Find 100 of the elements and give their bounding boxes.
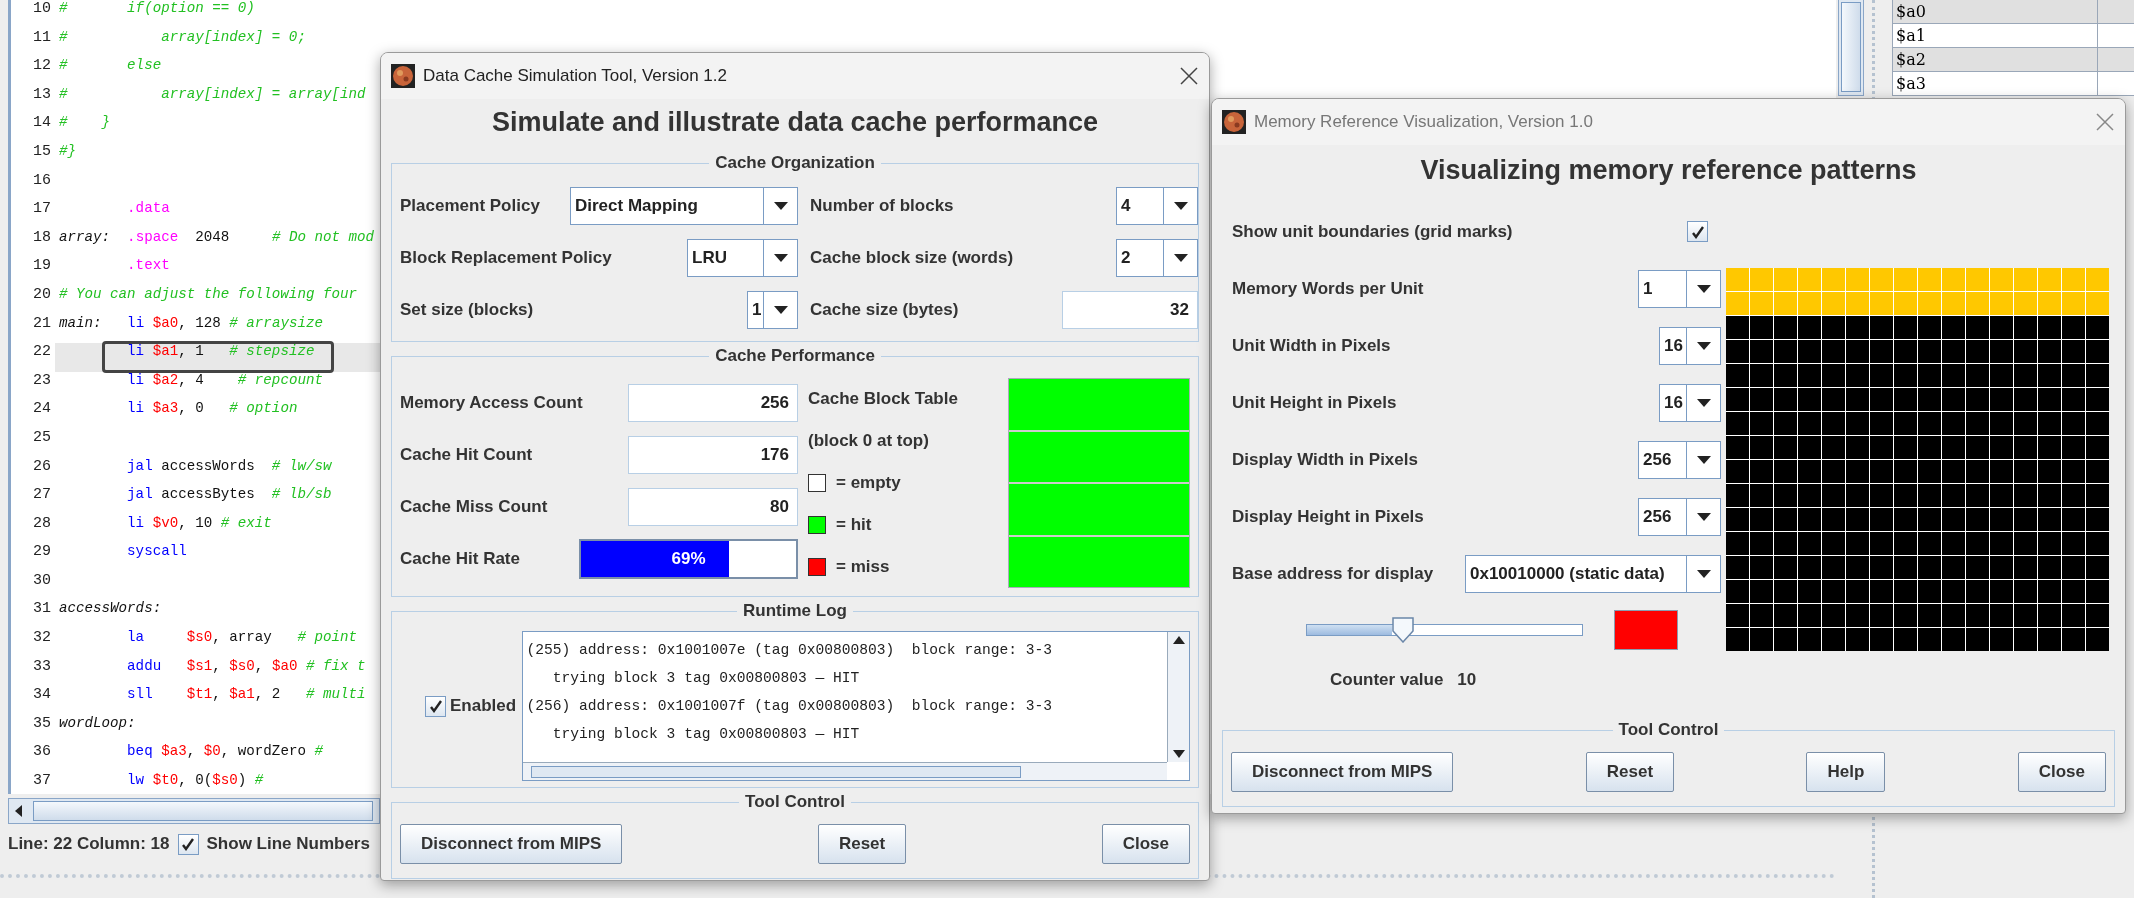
- setting-label: Show unit boundaries (grid marks): [1232, 221, 1513, 242]
- code-line: wordLoop:: [58, 714, 137, 733]
- dropdown[interactable]: LRU: [687, 239, 798, 277]
- line-number: 28: [32, 514, 52, 534]
- number-field: 32: [1062, 291, 1198, 329]
- checkbox-label: Show Line Numbers: [206, 834, 370, 854]
- code-line: main: li $a0, 128 # arraysize: [58, 314, 324, 333]
- line-number: 12: [32, 57, 52, 77]
- code-line: .data: [126, 200, 171, 219]
- button[interactable]: Close: [2017, 752, 2106, 792]
- line-number: 19: [32, 257, 52, 277]
- section-title: Cache Performance: [714, 346, 876, 366]
- line-number: 20: [32, 285, 52, 305]
- table-title: Cache Block Table: [808, 389, 958, 409]
- button[interactable]: Help: [1806, 752, 1886, 792]
- log-line: trying block 3 tag 0x00800803 — HIT: [551, 669, 861, 688]
- dropdown[interactable]: 0x10010000 (static data): [1465, 554, 1721, 593]
- code-line: syscall: [126, 543, 188, 562]
- counter-field: 80: [628, 488, 798, 526]
- counter-label: Cache Hit Count: [400, 445, 533, 465]
- setting-label: Unit Height in Pixels: [1232, 392, 1397, 413]
- log-line: (256) address: 0x1001007f (tag 0x00800803) block range: 3-3: [526, 697, 1053, 716]
- line-number: 22: [32, 343, 52, 363]
- counter-label: Memory Access Count: [400, 393, 583, 413]
- setting-label: Number of blocks: [810, 196, 954, 216]
- code-line: li $a3, 0 # option: [126, 400, 299, 419]
- dropdown[interactable]: 16: [1659, 326, 1721, 365]
- line-number: 26: [32, 457, 52, 477]
- checkbox[interactable]: [425, 695, 446, 717]
- counter-field: 256: [628, 384, 798, 422]
- log-line: (255) address: 0x1001007e (tag 0x00800803) block range: 3-3: [526, 641, 1053, 660]
- line-number: 37: [32, 772, 52, 792]
- line-number: 31: [32, 600, 52, 620]
- setting-label: Set size (blocks): [400, 300, 534, 320]
- line-number: 25: [32, 428, 52, 448]
- section-title: Runtime Log: [742, 601, 848, 621]
- progress-label: 69%: [671, 549, 706, 569]
- code-line: # if(option == 0): [58, 0, 256, 18]
- dropdown[interactable]: 1: [1638, 269, 1721, 308]
- line-number: 33: [32, 657, 52, 677]
- line-number: 14: [32, 114, 52, 134]
- counter-label: Cache Miss Count: [400, 497, 548, 517]
- caret-icon: [1696, 455, 1711, 464]
- counter-value: 10: [1457, 670, 1477, 690]
- legend-label: = empty: [836, 473, 901, 493]
- counter-label: Cache Hit Rate: [400, 549, 520, 569]
- window-title: Data Cache Simulation Tool, Version 1.2: [423, 66, 728, 86]
- setting-label: Cache size (bytes): [810, 300, 959, 320]
- dropdown[interactable]: 256: [1638, 497, 1721, 536]
- dropdown[interactable]: 256: [1638, 440, 1721, 479]
- code-line: addu $s1, $s0, $a0 # fix t: [126, 657, 367, 676]
- code-line: jal accessBytes # lb/sb: [126, 486, 333, 505]
- code-line: la $s0, array # point: [126, 629, 358, 648]
- slider-thumb[interactable]: [1391, 617, 1414, 643]
- caret-icon: [773, 202, 788, 210]
- line-number: 36: [32, 743, 52, 763]
- scrollbar[interactable]: [522, 762, 1167, 780]
- line-number: 16: [32, 171, 52, 191]
- setting-label: Block Replacement Policy: [400, 248, 612, 268]
- scrollbar[interactable]: [1167, 632, 1189, 762]
- dropdown[interactable]: 16: [1659, 383, 1721, 422]
- dropdown[interactable]: 2: [1116, 239, 1198, 277]
- caret-icon: [1696, 284, 1711, 293]
- setting-label: Display Width in Pixels: [1232, 449, 1418, 470]
- setting-label: Placement Policy: [400, 196, 540, 216]
- checkbox[interactable]: [1687, 221, 1708, 242]
- code-line: li $a2, 4 # repcount: [126, 371, 324, 390]
- code-line: li $v0, 10 # exit: [126, 514, 273, 533]
- setting-label: Cache block size (words): [810, 248, 1014, 268]
- line-number: 13: [32, 85, 52, 105]
- button[interactable]: Disconnect from MIPS: [1231, 752, 1454, 792]
- close-icon[interactable]: [1179, 66, 1199, 86]
- dropdown[interactable]: 4: [1116, 187, 1198, 225]
- section-title: Cache Organization: [714, 153, 876, 173]
- line-number: 32: [32, 629, 52, 649]
- counter-field: 176: [628, 436, 798, 474]
- caret-icon: [1173, 202, 1188, 210]
- arrow-up-icon[interactable]: [1172, 636, 1185, 644]
- dropdown[interactable]: 1: [747, 291, 798, 329]
- heading: Simulate and illustrate data cache performance: [490, 106, 1100, 139]
- code-line: accessWords:: [58, 600, 163, 619]
- code-line: jal accessWords # lw/sw: [126, 457, 333, 476]
- dropdown[interactable]: Direct Mapping: [570, 187, 798, 225]
- button[interactable]: Reset: [817, 824, 907, 864]
- heading: Visualizing memory reference patterns: [1419, 154, 1918, 187]
- section-title: Tool Control: [1617, 720, 1720, 740]
- button[interactable]: Disconnect from MIPS: [400, 824, 623, 864]
- scrollbar[interactable]: [8, 798, 380, 824]
- scrollbar[interactable]: [1838, 0, 1864, 96]
- line-number: 27: [32, 486, 52, 506]
- setting-label: Base address for display: [1232, 563, 1434, 584]
- window-title: Memory Reference Visualization, Version 1.0: [1254, 112, 1594, 132]
- checkbox[interactable]: [177, 833, 199, 855]
- section-title: Tool Control: [744, 792, 846, 812]
- button[interactable]: Close: [1101, 824, 1190, 864]
- register-name: $a0: [1893, 0, 2098, 23]
- arrow-down-icon[interactable]: [1172, 750, 1185, 758]
- caret-icon: [1696, 569, 1711, 578]
- line-number: 34: [32, 686, 52, 706]
- button[interactable]: Reset: [1585, 752, 1675, 792]
